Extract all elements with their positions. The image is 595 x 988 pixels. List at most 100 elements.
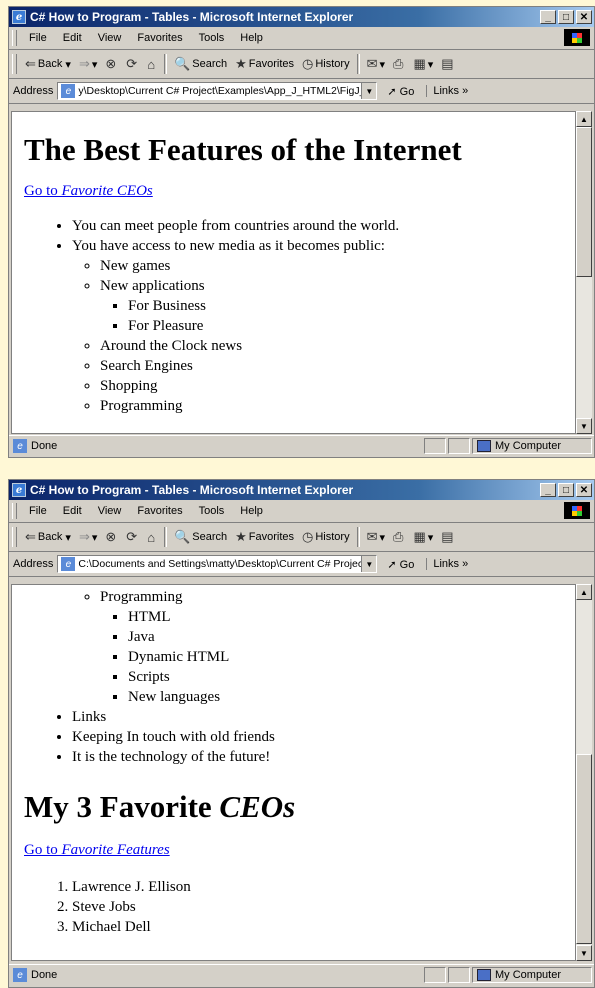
discuss-icon: ▤: [441, 529, 454, 544]
ie-icon: e: [12, 483, 26, 497]
menu-file[interactable]: File: [21, 32, 55, 44]
links-button[interactable]: Links »: [426, 85, 468, 97]
search-button[interactable]: 🔍 Search: [170, 526, 231, 548]
toolbar-grip[interactable]: [12, 503, 17, 519]
toolbar-grip[interactable]: [12, 54, 17, 74]
menu-help[interactable]: Help: [232, 32, 271, 44]
favorites-button[interactable]: ★ Favorites: [231, 526, 298, 548]
ceo-heading: My 3 Favorite CEOs: [24, 789, 296, 824]
address-input[interactable]: e y\Desktop\Current C# Project\Examples\…: [57, 82, 378, 100]
history-icon: ◷: [302, 529, 314, 544]
menu-favorites[interactable]: Favorites: [129, 505, 190, 517]
menu-view[interactable]: View: [90, 32, 130, 44]
edit-button[interactable]: ▦ ▾: [409, 526, 437, 548]
mail-button[interactable]: ✉ ▾: [363, 53, 389, 75]
menu-file[interactable]: File: [21, 505, 55, 517]
title-bar[interactable]: e C# How to Program - Tables - Microsoft…: [9, 7, 594, 27]
mail-icon: ✉: [366, 56, 378, 71]
menu-view[interactable]: View: [90, 505, 130, 517]
separator: [356, 527, 360, 547]
menu-edit[interactable]: Edit: [55, 32, 90, 44]
minimize-button[interactable]: _: [540, 483, 556, 497]
list-item: Shopping: [100, 376, 575, 396]
scroll-thumb[interactable]: [576, 127, 592, 277]
address-bar: Address e C:\Documents and Settings\matt…: [9, 552, 594, 577]
search-button[interactable]: 🔍 Search: [170, 53, 231, 75]
status-text: e Done: [9, 439, 424, 453]
address-input[interactable]: e C:\Documents and Settings\matty\Deskto…: [57, 555, 378, 573]
home-button[interactable]: ⌂: [143, 53, 161, 75]
back-button[interactable]: ⇐ Back ▾: [21, 53, 75, 75]
scroll-down-button[interactable]: ▼: [576, 945, 592, 961]
favorite-features-link[interactable]: Go to Favorite Features: [24, 842, 170, 858]
menu-edit[interactable]: Edit: [55, 505, 90, 517]
address-dropdown-button[interactable]: ▼: [361, 556, 377, 572]
security-zone: My Computer: [472, 438, 592, 454]
scroll-up-button[interactable]: ▲: [576, 111, 592, 127]
scroll-down-button[interactable]: ▼: [576, 418, 592, 434]
list-item: It is the technology of the future!: [72, 747, 575, 767]
discuss-button[interactable]: ▤: [437, 53, 459, 75]
history-button[interactable]: ◷ History: [298, 53, 354, 75]
ie-icon: e: [12, 10, 26, 24]
status-cell: [424, 438, 446, 454]
favorites-button[interactable]: ★ Favorites: [231, 53, 298, 75]
address-url[interactable]: y\Desktop\Current C# Project\Examples\Ap…: [78, 85, 361, 97]
history-button[interactable]: ◷ History: [298, 526, 354, 548]
address-label: Address: [13, 85, 54, 97]
scroll-up-button[interactable]: ▲: [576, 584, 592, 600]
toolbar-grip[interactable]: [12, 30, 17, 46]
mail-button[interactable]: ✉ ▾: [363, 526, 389, 548]
vertical-scrollbar[interactable]: ▲ ▼: [576, 584, 592, 961]
address-bar: Address e y\Desktop\Current C# Project\E…: [9, 79, 594, 104]
status-cell: [424, 967, 446, 983]
menu-tools[interactable]: Tools: [191, 505, 233, 517]
list-item: Programming: [100, 396, 575, 416]
list-item: You can meet people from countries aroun…: [72, 216, 575, 236]
page-content: The Best Features of the Internet Go to …: [11, 111, 576, 434]
close-button[interactable]: ✕: [576, 10, 592, 24]
list-item: Lawrence J. Ellison: [72, 877, 575, 897]
menu-bar: File Edit View Favorites Tools Help: [9, 27, 594, 50]
refresh-button[interactable]: ⟳: [122, 526, 143, 548]
stop-button[interactable]: ⊗: [101, 53, 122, 75]
computer-icon: [477, 969, 491, 981]
forward-arrow-icon: ⇒: [78, 56, 90, 71]
links-button[interactable]: Links »: [426, 558, 468, 570]
go-button[interactable]: ➚ Go: [377, 85, 420, 98]
forward-button[interactable]: ⇒ ▾: [75, 526, 101, 548]
windows-logo-icon: [564, 502, 590, 519]
stop-button[interactable]: ⊗: [101, 526, 122, 548]
address-url[interactable]: C:\Documents and Settings\matty\Desktop\…: [78, 558, 361, 570]
address-dropdown-button[interactable]: ▼: [361, 83, 377, 99]
close-button[interactable]: ✕: [576, 483, 592, 497]
minimize-button[interactable]: _: [540, 10, 556, 24]
home-button[interactable]: ⌂: [143, 526, 161, 548]
edit-button[interactable]: ▦ ▾: [409, 53, 437, 75]
media-list: New games New applications For Business …: [72, 256, 575, 416]
discuss-button[interactable]: ▤: [437, 526, 459, 548]
back-button[interactable]: ⇐ Back ▾: [21, 526, 75, 548]
go-icon: ➚: [387, 558, 397, 571]
list-item: Programming HTML Java Dynamic HTML Scrip…: [72, 587, 575, 707]
title-bar[interactable]: e C# How to Program - Tables - Microsoft…: [9, 480, 594, 500]
favorite-ceos-link[interactable]: Go to Favorite CEOs: [24, 183, 153, 199]
print-button[interactable]: ⎙: [389, 53, 409, 75]
list-item: New languages: [128, 687, 575, 707]
maximize-button[interactable]: □: [558, 10, 574, 24]
refresh-button[interactable]: ⟳: [122, 53, 143, 75]
print-button[interactable]: ⎙: [389, 526, 409, 548]
vertical-scrollbar[interactable]: ▲ ▼: [576, 111, 592, 434]
maximize-button[interactable]: □: [558, 483, 574, 497]
menu-help[interactable]: Help: [232, 505, 271, 517]
forward-button[interactable]: ⇒ ▾: [75, 53, 101, 75]
scroll-thumb[interactable]: [576, 754, 592, 944]
toolbar-grip[interactable]: [12, 527, 17, 547]
applications-list: For Business For Pleasure: [100, 296, 575, 336]
go-button[interactable]: ➚ Go: [377, 558, 420, 571]
back-arrow-icon: ⇐: [25, 56, 36, 71]
menu-tools[interactable]: Tools: [191, 32, 233, 44]
menu-favorites[interactable]: Favorites: [129, 32, 190, 44]
list-item: Java: [128, 627, 575, 647]
stop-icon: ⊗: [105, 56, 117, 71]
